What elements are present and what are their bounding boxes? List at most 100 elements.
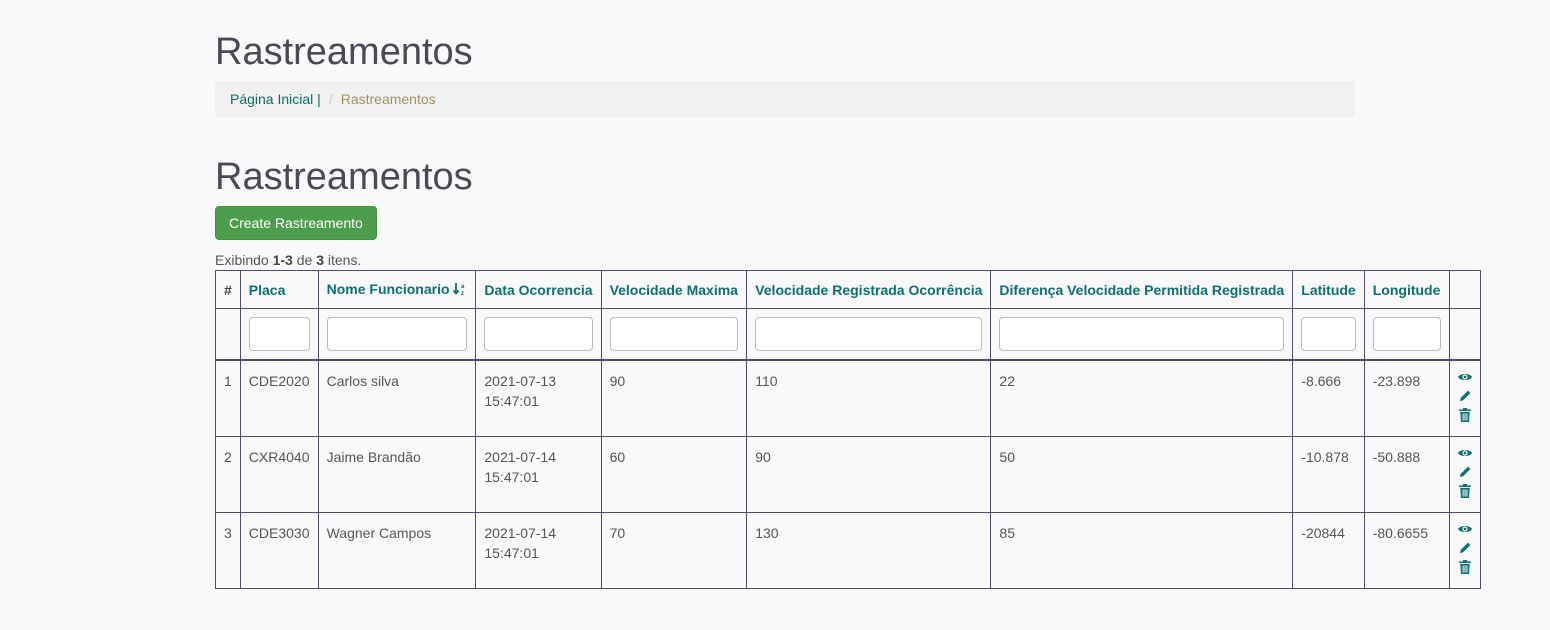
cell-latitude: -10.878 xyxy=(1292,435,1365,513)
column-header-vel-max-label[interactable]: Velocidade Maxima xyxy=(610,282,738,298)
column-header-latitude[interactable]: Latitude xyxy=(1292,270,1365,309)
column-header-actions xyxy=(1448,270,1482,309)
cell-placa: CDE2020 xyxy=(239,359,319,437)
cell-vel-reg: 130 xyxy=(746,511,992,589)
column-header-diferenca-label[interactable]: Diferença Velocidade Permitida Registrad… xyxy=(999,282,1284,298)
filter-diferenca-input[interactable] xyxy=(999,317,1285,351)
filter-cell-actions xyxy=(1448,308,1482,361)
filter-velocidade-maxima-input[interactable] xyxy=(609,317,739,351)
summary-prefix: Exibindo xyxy=(215,252,273,268)
cell-nome: Wagner Campos xyxy=(317,511,477,589)
section-heading: Rastreamentos xyxy=(215,156,473,198)
filter-row xyxy=(215,308,1482,361)
column-header-nome-funcionario[interactable]: Nome Funcionario a z xyxy=(317,270,477,309)
column-header-data-label[interactable]: Data Ocorrencia xyxy=(484,282,592,298)
cell-diferenca: 22 xyxy=(990,359,1294,437)
breadcrumb-separator: / xyxy=(328,91,333,107)
edit-icon[interactable] xyxy=(1457,464,1473,482)
cell-placa: CDE3030 xyxy=(239,511,319,589)
column-header-longitude[interactable]: Longitude xyxy=(1363,270,1450,309)
cell-vel-max: 60 xyxy=(600,435,748,513)
summary-total: 3 xyxy=(316,252,324,268)
filter-cell-vel-reg xyxy=(746,308,992,361)
summary-suffix: itens. xyxy=(323,252,362,268)
delete-icon[interactable] xyxy=(1457,559,1473,577)
column-header-longitude-label[interactable]: Longitude xyxy=(1373,282,1441,298)
breadcrumb: Página Inicial | / Rastreamentos xyxy=(215,81,1355,117)
edit-icon[interactable] xyxy=(1457,388,1473,406)
summary-text: Exibindo 1-3 de 3 itens. xyxy=(215,252,361,268)
column-header-nome-label[interactable]: Nome Funcionario xyxy=(327,281,450,297)
filter-nome-funcionario-input[interactable] xyxy=(326,317,468,351)
view-icon[interactable] xyxy=(1457,445,1473,463)
table-row: 3 CDE3030 Wagner Campos 2021-07-14 15:47:… xyxy=(215,511,1482,589)
filter-cell-nome xyxy=(317,308,477,361)
cell-actions xyxy=(1448,511,1482,589)
edit-icon[interactable] xyxy=(1457,540,1473,558)
cell-vel-reg: 90 xyxy=(746,435,992,513)
filter-cell-longitude xyxy=(1363,308,1450,361)
cell-latitude: -20844 xyxy=(1292,511,1365,589)
header-row: # Placa Nome Funcionario a z Data Ocorrenc… xyxy=(215,270,1482,309)
filter-cell-placa xyxy=(239,308,319,361)
cell-latitude: -8.666 xyxy=(1292,359,1365,437)
filter-cell-latitude xyxy=(1292,308,1365,361)
delete-icon[interactable] xyxy=(1457,407,1473,425)
cell-data-date: 2021-07-14 xyxy=(484,524,557,541)
cell-data-date: 2021-07-14 xyxy=(484,448,557,465)
cell-number: 3 xyxy=(215,511,241,589)
view-icon[interactable] xyxy=(1457,521,1473,539)
sort-alpha-down-icon: az xyxy=(452,282,467,299)
cell-number: 2 xyxy=(215,435,241,513)
cell-data-time: 15:47:01 xyxy=(484,393,539,409)
cell-vel-reg: 110 xyxy=(746,359,992,437)
cell-longitude: -50.888 xyxy=(1363,435,1450,513)
breadcrumb-home-link[interactable]: Página Inicial | xyxy=(230,91,321,107)
summary-range: 1-3 xyxy=(272,252,293,268)
delete-icon[interactable] xyxy=(1457,483,1473,501)
filter-cell-vel-max xyxy=(600,308,748,361)
filter-velocidade-registrada-input[interactable] xyxy=(755,317,983,351)
cell-data-date: 2021-07-13 xyxy=(484,373,557,389)
filter-data-ocorrencia-input[interactable] xyxy=(484,317,593,351)
breadcrumb-current: Rastreamentos xyxy=(340,91,436,107)
column-header-vel-reg-label[interactable]: Velocidade Registrada Ocorrência xyxy=(755,282,982,298)
cell-nome: Carlos silva xyxy=(317,359,477,437)
cell-longitude: -23.898 xyxy=(1363,359,1450,437)
cell-diferenca: 85 xyxy=(990,511,1294,589)
cell-placa: CXR4040 xyxy=(239,435,319,513)
cell-nome: Jaime Brandão xyxy=(317,435,477,513)
column-header-placa[interactable]: Placa xyxy=(239,270,319,309)
filter-placa-input[interactable] xyxy=(248,317,310,351)
rastreamentos-table: # Placa Nome Funcionario a z Data Ocorrenc… xyxy=(215,270,1482,589)
cell-vel-max: 90 xyxy=(600,359,748,437)
create-rastreamento-button[interactable]: Create Rastreamento xyxy=(215,206,377,240)
column-header-velocidade-registrada[interactable]: Velocidade Registrada Ocorrência xyxy=(746,270,992,309)
cell-longitude: -80.6655 xyxy=(1363,511,1450,589)
cell-data-time: 15:47:01 xyxy=(484,544,539,561)
cell-actions xyxy=(1448,435,1482,513)
filter-longitude-input[interactable] xyxy=(1372,317,1441,351)
cell-diferenca: 50 xyxy=(990,435,1294,513)
column-header-velocidade-maxima[interactable]: Velocidade Maxima xyxy=(600,270,748,309)
filter-latitude-input[interactable] xyxy=(1301,317,1356,351)
cell-vel-max: 70 xyxy=(600,511,748,589)
cell-number: 1 xyxy=(215,359,241,437)
filter-cell-diferenca xyxy=(990,308,1294,361)
cell-actions xyxy=(1448,359,1482,437)
cell-data-time: 15:47:01 xyxy=(484,468,539,485)
page-title: Rastreamentos xyxy=(215,31,473,73)
cell-data: 2021-07-14 15:47:01 xyxy=(475,511,602,589)
cell-data: 2021-07-14 15:47:01 xyxy=(475,435,602,513)
column-header-placa-label[interactable]: Placa xyxy=(249,282,286,298)
view-icon[interactable] xyxy=(1457,369,1473,387)
filter-cell-number xyxy=(215,308,241,361)
column-header-diferenca[interactable]: Diferença Velocidade Permitida Registrad… xyxy=(990,270,1294,309)
column-header-latitude-label[interactable]: Latitude xyxy=(1301,282,1355,298)
summary-middle: de xyxy=(292,252,317,268)
column-header-data-ocorrencia[interactable]: Data Ocorrencia xyxy=(475,270,602,309)
table-row: 2 CXR4040 Jaime Brandão 2021-07-14 15:47:… xyxy=(215,435,1482,513)
column-header-number: # xyxy=(215,270,241,309)
svg-text:a: a xyxy=(461,284,465,290)
table-row: 1 CDE2020 Carlos silva 2021-07-13 15:47:0… xyxy=(215,359,1482,437)
